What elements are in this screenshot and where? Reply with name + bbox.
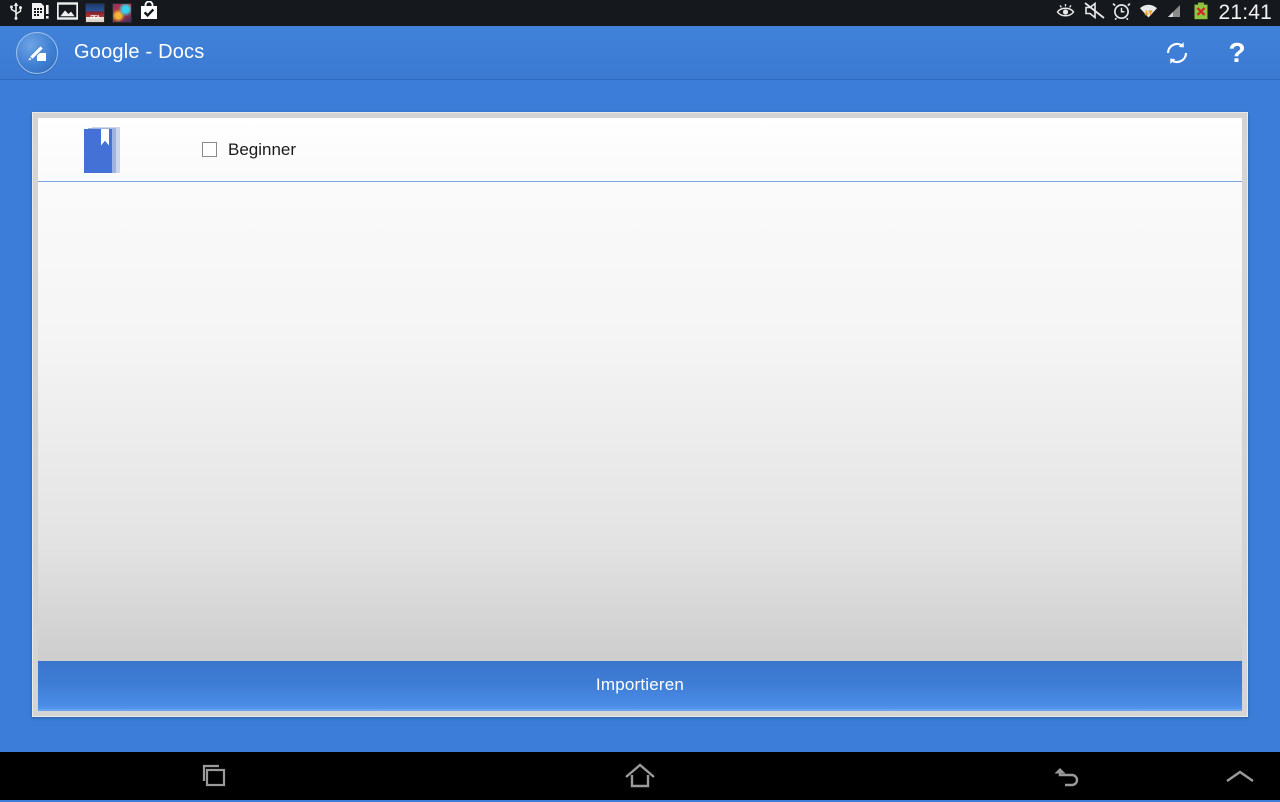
smart-stay-eye-icon — [1056, 3, 1077, 24]
sd-card-warning-icon — [31, 2, 50, 25]
status-bar: 21:41 — [0, 0, 1280, 26]
fifa-app-icon — [85, 3, 105, 23]
signal-bars-icon — [1166, 3, 1186, 24]
list-item-icon-cell — [42, 126, 162, 173]
status-bar-notification-icons — [8, 0, 159, 26]
list-item-checkbox[interactable] — [202, 142, 217, 157]
import-card: Beginner Importieren — [32, 112, 1248, 717]
wifi-icon — [1138, 2, 1159, 25]
status-bar-clock: 21:41 — [1218, 1, 1272, 24]
home-icon[interactable] — [427, 751, 854, 801]
expand-navigation-icon[interactable] — [1210, 752, 1270, 802]
page-background: Beginner Importieren — [0, 80, 1280, 750]
navigation-bar — [0, 750, 1280, 800]
import-button[interactable]: Importieren — [38, 661, 1242, 711]
list-item-label: Beginner — [228, 139, 297, 159]
gallery-image-icon — [56, 1, 79, 25]
list-item[interactable]: Beginner — [38, 118, 1242, 182]
refresh-icon[interactable] — [1160, 36, 1194, 70]
help-label: ? — [1228, 36, 1246, 68]
action-bar-buttons: ? — [1160, 36, 1280, 70]
action-bar: Google - Docs ? — [0, 26, 1280, 80]
battery-error-icon — [1193, 2, 1209, 25]
alarm-clock-icon — [1112, 2, 1132, 25]
app-logo-pen-icon — [16, 31, 58, 74]
sound-muted-icon — [1084, 1, 1105, 24]
usb-icon — [8, 2, 24, 25]
status-bar-system-icons: 21:41 — [1056, 0, 1272, 26]
play-store-icon — [139, 0, 159, 25]
help-icon[interactable]: ? — [1220, 36, 1254, 70]
page-title: Google - Docs — [74, 41, 205, 63]
recents-icon[interactable] — [0, 751, 427, 801]
document-list: Beginner — [38, 118, 1242, 661]
import-button-container: Importieren — [33, 661, 1247, 716]
game-app-icon — [112, 3, 132, 23]
book-icon — [84, 126, 120, 173]
list-item-content: Beginner — [202, 140, 296, 160]
